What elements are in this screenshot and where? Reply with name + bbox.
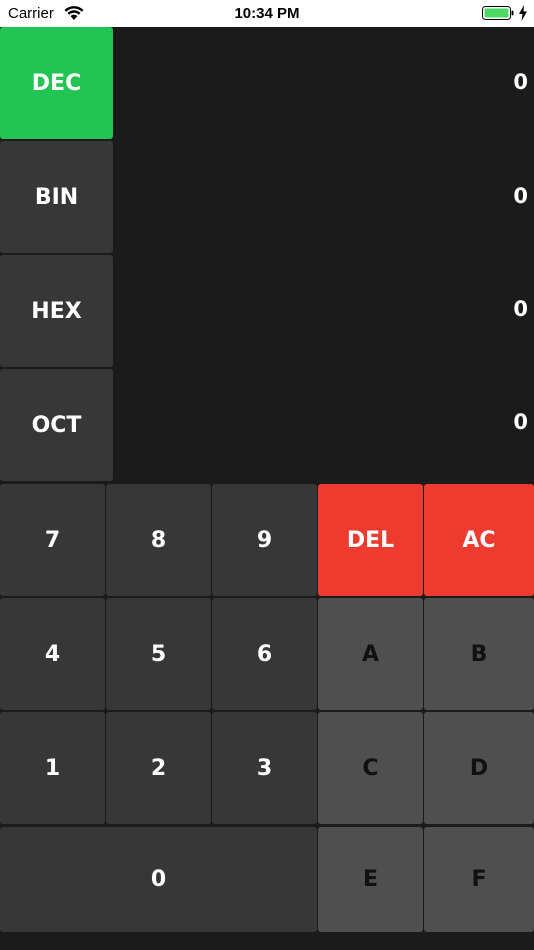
battery-icon [482,6,514,20]
bin-button[interactable]: BIN [0,141,113,253]
hex-button[interactable]: HEX [0,255,113,367]
key-6[interactable]: 6 [212,598,317,710]
delete-button[interactable]: DEL [318,484,423,596]
charging-bolt-icon [519,5,527,21]
dec-readout: 0 [513,70,528,94]
dec-button[interactable]: DEC [0,27,113,139]
key-1[interactable]: 1 [0,712,105,824]
oct-button[interactable]: OCT [0,369,113,481]
key-c[interactable]: C [318,712,423,824]
key-7[interactable]: 7 [0,484,105,596]
hex-readout: 0 [513,297,528,321]
oct-readout: 0 [513,410,528,434]
key-a[interactable]: A [318,598,423,710]
key-d[interactable]: D [424,712,534,824]
key-2[interactable]: 2 [106,712,211,824]
key-b[interactable]: B [424,598,534,710]
key-8[interactable]: 8 [106,484,211,596]
home-indicator-area [0,933,534,950]
key-4[interactable]: 4 [0,598,105,710]
key-3[interactable]: 3 [212,712,317,824]
key-e[interactable]: E [318,827,423,932]
bin-readout: 0 [513,184,528,208]
status-bar: Carrier 10:34 PM [0,0,534,27]
all-clear-button[interactable]: AC [424,484,534,596]
clock: 10:34 PM [234,5,300,22]
key-0[interactable]: 0 [0,827,317,932]
key-9[interactable]: 9 [212,484,317,596]
key-5[interactable]: 5 [106,598,211,710]
key-f[interactable]: F [424,827,534,932]
